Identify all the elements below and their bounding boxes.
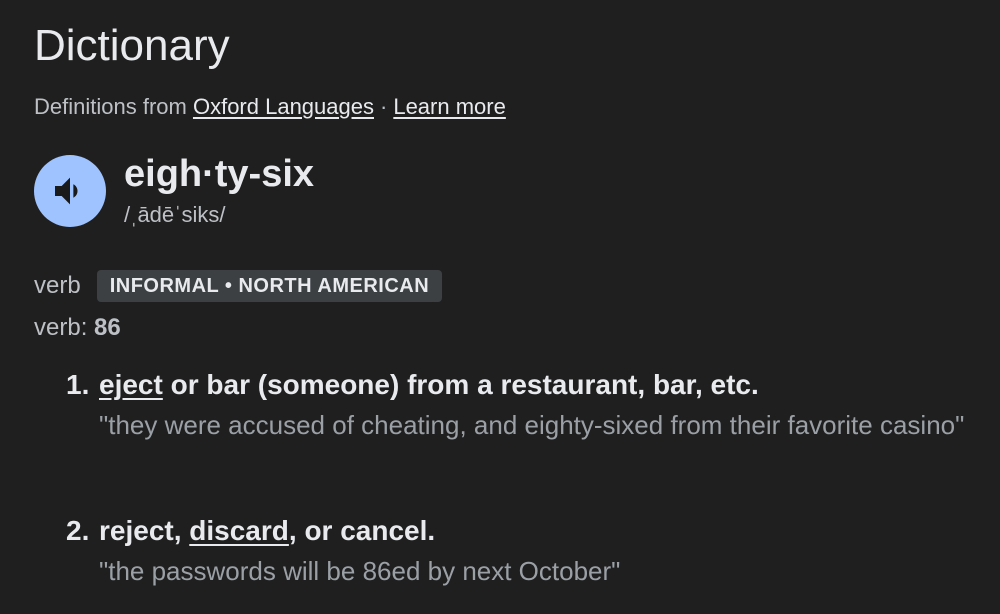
sense-item: 1. eject or bar (someone) from a restaur… [66,366,966,444]
xref-link-discard[interactable]: discard [189,515,289,546]
sense-definition: reject, discard, or cancel. [99,512,966,550]
sense-example: "the passwords will be 86ed by next Octo… [99,556,621,586]
definition-text: , or cancel. [288,515,436,546]
part-of-speech-row: verb INFORMAL • NORTH AMERICAN [34,270,443,302]
oxford-languages-link[interactable]: Oxford Languages [193,94,374,119]
sense-number: 1. [66,369,90,400]
dictionary-panel: Dictionary Definitions from Oxford Langu… [0,0,1000,614]
sense-definition: eject or bar (someone) from a restaurant… [99,366,966,404]
source-prefix: Definitions from [34,94,187,119]
sense-example: "they were accused of cheating, and eigh… [99,410,965,440]
phonetic-spelling: /ˌādēˈsiks/ [124,202,226,227]
definition-text: or bar (someone) from a restaurant, bar,… [162,369,759,400]
learn-more-link[interactable]: Learn more [393,94,506,119]
sense-number: 2. [66,515,90,546]
verb-form-line: verb: 86 [34,312,121,344]
verb-form-value: 86 [94,314,121,341]
source-line: Definitions from Oxford Languages · Learn … [34,92,506,122]
source-separator: · [380,94,388,119]
xref-link-eject[interactable]: eject [99,369,163,400]
headword: eigh·ty-six [124,153,315,195]
verb-form-prefix: verb: [34,314,88,341]
definition-text-start: reject, [99,515,190,546]
register-label-chip: INFORMAL • NORTH AMERICAN [96,270,443,302]
sense-item: 2. reject, discard, or cancel. "the pass… [66,512,966,590]
part-of-speech: verb [34,272,81,299]
pronunciation-speaker-button[interactable] [34,155,106,227]
dictionary-title: Dictionary [34,21,230,70]
volume-up-icon [55,177,78,205]
